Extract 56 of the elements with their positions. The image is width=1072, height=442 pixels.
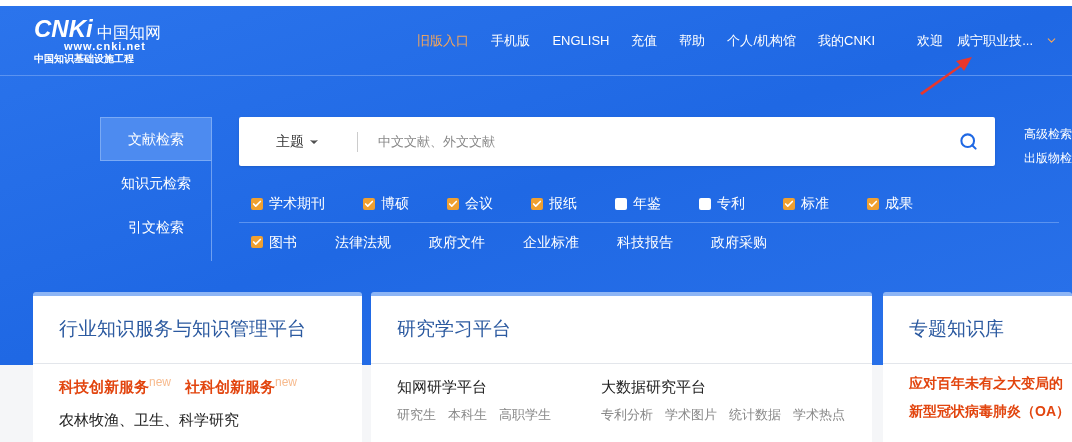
source-checkbox[interactable]: 学术期刊 (251, 193, 325, 214)
card-title: 研究学习平台 (397, 317, 511, 342)
source-checkbox[interactable]: 成果 (867, 193, 913, 214)
industry-text: 农林牧渔、卫生、科学研究 (59, 410, 239, 429)
source-link[interactable]: 政府采购 (711, 231, 767, 253)
logo-url: www.cnki.net (64, 41, 147, 52)
service-link[interactable]: 科技创新服务$^{new}$ (59, 376, 171, 399)
platform-link[interactable]: 大数据研究平台 (601, 376, 846, 399)
audience-link[interactable]: 高职学生 (499, 404, 551, 424)
logo-chinese: 中国知网 (96, 25, 161, 41)
source-checkbox[interactable]: 图书 (251, 231, 297, 253)
search-tab[interactable]: 文献检索 (100, 117, 212, 161)
nav-link[interactable]: ENGLISH (552, 30, 610, 51)
side-link[interactable]: 高级检索 (1024, 125, 1072, 143)
nav-link[interactable]: 手机版 (491, 30, 531, 51)
source-link[interactable]: 政府文件 (429, 231, 485, 253)
audience-link[interactable]: 研究生 (397, 404, 436, 424)
search-bar[interactable]: 主题 中文文献、外文文献 (239, 117, 995, 166)
source-checkbox[interactable]: 报纸 (531, 193, 577, 214)
field-select[interactable]: 主题 (239, 131, 357, 152)
checkbox[interactable] (251, 236, 263, 248)
nav-link[interactable]: 我的CNKI (818, 30, 876, 51)
source-checkbox[interactable]: 标准 (783, 193, 829, 214)
platform-link[interactable]: 知网研学平台 (397, 376, 586, 399)
source-checkbox[interactable]: 专利 (699, 193, 745, 214)
search-tab[interactable]: 引文检索 (100, 205, 211, 249)
audience-link[interactable]: 学术图片 (665, 404, 718, 424)
annotation-arrow (918, 55, 972, 95)
nav-link[interactable]: 个人/机构馆 (727, 30, 797, 51)
audience-link[interactable]: 统计数据 (729, 404, 782, 424)
logo-text: CNKi (34, 17, 93, 41)
audience-link[interactable]: 本科生 (448, 404, 487, 424)
search-tab[interactable]: 知识元检索 (100, 161, 211, 205)
nav-link[interactable]: 帮助 (679, 30, 706, 51)
welcome-text: 欢迎 (917, 31, 944, 50)
audience-link[interactable]: 学术热点 (793, 404, 846, 424)
nav-link[interactable]: 充值 (631, 30, 658, 51)
topic-link[interactable]: 新型冠状病毒肺炎（OA） (909, 402, 1070, 420)
nav-link[interactable]: 旧版入口 (417, 30, 470, 51)
card-title: 行业知识服务与知识管理平台 (59, 317, 306, 342)
source-checkbox[interactable]: 年鉴 (615, 193, 661, 214)
source-link[interactable]: 企业标准 (523, 231, 579, 253)
user-menu[interactable]: 咸宁职业技... (957, 30, 1058, 51)
source-link[interactable]: 科技报告 (617, 231, 673, 253)
logo[interactable]: CNKi 中国知网 www.cnki.net 中国知识基础设施工程 (34, 17, 161, 64)
source-checkbox[interactable]: 会议 (447, 193, 493, 214)
side-link[interactable]: 出版物检 (1024, 149, 1072, 167)
search-icon (959, 132, 978, 151)
audience-link[interactable]: 专利分析 (601, 404, 654, 424)
source-checkbox[interactable]: 博硕 (363, 193, 409, 214)
topic-link[interactable]: 应对百年未有之大变局的 (909, 374, 1063, 392)
search-input[interactable]: 中文文献、外文文献 (378, 131, 959, 152)
source-link[interactable]: 法律法规 (335, 231, 391, 253)
card-title: 专题知识库 (909, 317, 1004, 342)
logo-tagline: 中国知识基础设施工程 (34, 54, 135, 64)
service-link[interactable]: 社科创新服务$^{new}$ (185, 376, 298, 399)
